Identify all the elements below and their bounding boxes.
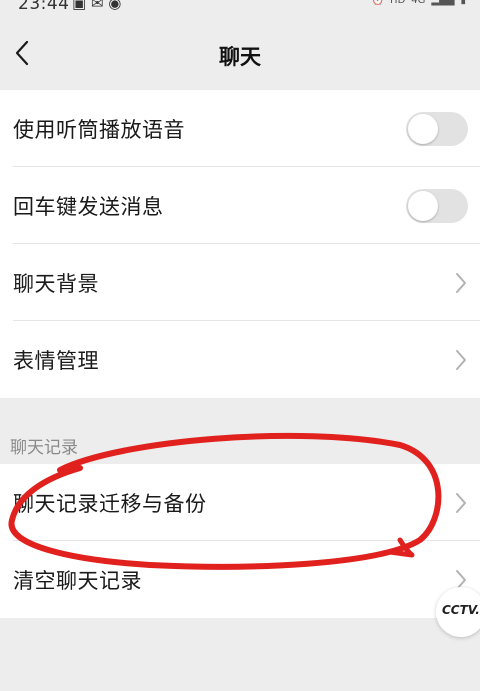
chevron-right-icon <box>456 493 466 513</box>
battery-icon: ▮ <box>460 0 466 6</box>
section-header-chat-history: 聊天记录 <box>10 438 78 458</box>
status-bar: 23:44 ▣ ✉ ◉ ⏰ HD 4G ▂▄▆ ▮ <box>0 0 480 16</box>
page-title: 聊天 <box>219 45 261 69</box>
setting-label: 表情管理 <box>13 348 99 373</box>
chat-history-group: 聊天记录迁移与备份 清空聊天记录 <box>0 464 480 618</box>
setting-label: 聊天背景 <box>13 271 99 296</box>
setting-enter-to-send[interactable]: 回车键发送消息 <box>0 167 480 244</box>
setting-migrate-backup[interactable]: 聊天记录迁移与备份 <box>0 464 480 541</box>
signal-type: 4G <box>411 0 426 6</box>
setting-chat-background[interactable]: 聊天背景 <box>0 244 480 321</box>
status-time: 23:44 <box>18 0 70 14</box>
earpiece-toggle[interactable] <box>406 112 468 146</box>
chevron-right-icon <box>456 273 466 293</box>
nav-bar: 聊天 <box>0 16 480 90</box>
alarm-icon: ⏰ <box>371 0 385 6</box>
setting-label: 使用听筒播放语音 <box>13 117 185 142</box>
setting-clear-history[interactable]: 清空聊天记录 <box>0 541 480 618</box>
network-type: HD <box>390 0 406 6</box>
setting-earpiece-playback[interactable]: 使用听筒播放语音 <box>0 90 480 167</box>
setting-sticker-management[interactable]: 表情管理 <box>0 321 480 398</box>
cctv-logo: CCTV.com <box>436 587 480 637</box>
enter-send-toggle[interactable] <box>406 189 468 223</box>
notification-icons: ▣ ✉ ◉ <box>72 0 122 12</box>
watermark-text: CCTV.com <box>442 603 480 617</box>
setting-label: 聊天记录迁移与备份 <box>13 491 207 516</box>
signal-icon: ▂▄▆ <box>431 0 455 6</box>
toggle-knob <box>408 191 438 221</box>
toggle-knob <box>408 114 438 144</box>
status-right-icons: ⏰ HD 4G ▂▄▆ ▮ <box>372 0 466 6</box>
setting-label: 清空聊天记录 <box>13 568 142 593</box>
setting-label: 回车键发送消息 <box>13 194 164 219</box>
settings-group: 使用听筒播放语音 回车键发送消息 聊天背景 表情管理 <box>0 90 480 398</box>
chevron-right-icon <box>456 350 466 370</box>
